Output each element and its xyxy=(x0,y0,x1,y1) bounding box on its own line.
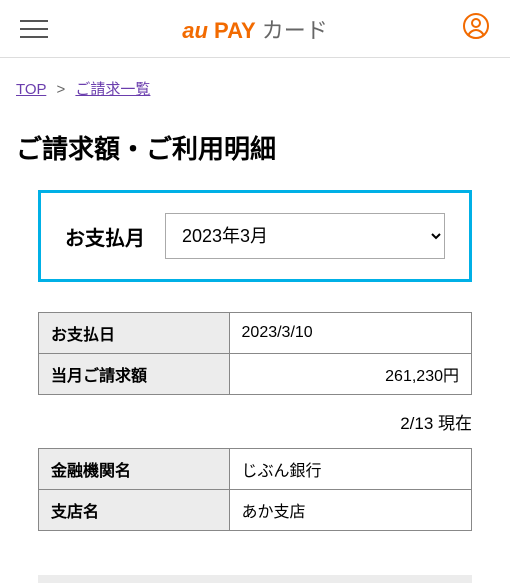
billing-amount-label: 当月ご請求額 xyxy=(39,354,230,395)
breadcrumb-top[interactable]: TOP xyxy=(16,81,46,98)
payment-info-table: お支払日 2023/3/10 当月ご請求額 261,230円 xyxy=(38,312,472,395)
content: TOP > ご請求一覧 ご請求額・ご利用明細 お支払月 2023年3月 お支払日… xyxy=(0,58,510,583)
payment-date-label: お支払日 xyxy=(39,313,230,354)
page-title: ご請求額・ご利用明細 xyxy=(16,129,494,166)
billing-amount-value: 261,230円 xyxy=(229,354,471,395)
month-selector-panel: お支払月 2023年3月 xyxy=(38,190,472,282)
branch-name-label: 支店名 xyxy=(39,490,230,531)
logo-pay: PAY xyxy=(214,18,256,43)
table-row: 当月ご請求額 261,230円 xyxy=(39,354,472,395)
table-row: お支払日 2023/3/10 xyxy=(39,313,472,354)
timestamp: 2/13 現在 xyxy=(16,409,472,434)
bank-info-table: 金融機関名 じぶん銀行 支店名 あか支店 xyxy=(38,448,472,531)
hamburger-menu-icon[interactable] xyxy=(20,20,48,38)
bank-name-label: 金融機関名 xyxy=(39,449,230,490)
bottom-divider xyxy=(38,575,472,583)
bank-name-value: じぶん銀行 xyxy=(229,449,471,490)
logo-card: カード xyxy=(262,18,328,43)
table-row: 金融機関名 じぶん銀行 xyxy=(39,449,472,490)
logo: au PAY カード xyxy=(182,13,328,45)
breadcrumb-separator: > xyxy=(56,81,65,98)
table-row: 支店名 あか支店 xyxy=(39,490,472,531)
profile-icon[interactable] xyxy=(462,12,490,45)
payment-date-value: 2023/3/10 xyxy=(229,313,471,354)
month-selector-label: お支払月 xyxy=(65,222,145,251)
app-header: au PAY カード xyxy=(0,0,510,58)
breadcrumb-current[interactable]: ご請求一覧 xyxy=(75,81,150,98)
month-select[interactable]: 2023年3月 xyxy=(165,213,445,259)
breadcrumb: TOP > ご請求一覧 xyxy=(16,58,494,111)
logo-au: au xyxy=(182,18,208,43)
branch-name-value: あか支店 xyxy=(229,490,471,531)
